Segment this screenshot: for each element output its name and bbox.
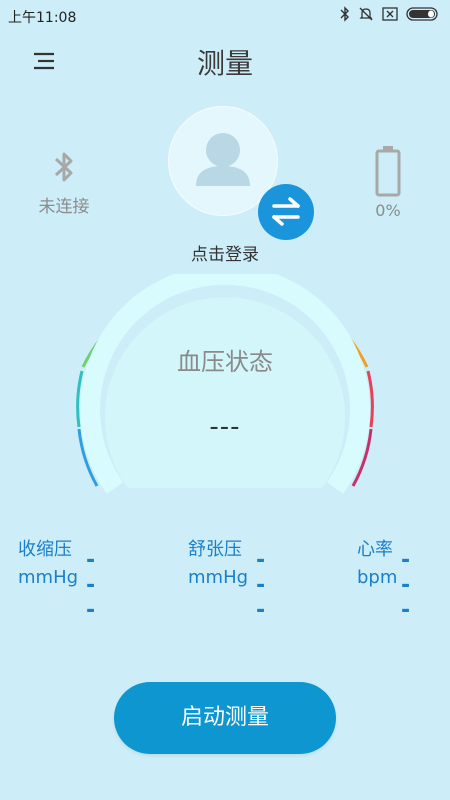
login-link[interactable]: 点击登录 — [0, 240, 450, 265]
diastolic-label: 舒张压 — [188, 539, 242, 560]
systolic-value: --- — [86, 548, 96, 623]
heart-rate-value: --- — [401, 548, 411, 623]
page-title: 测量 — [196, 47, 253, 80]
heart-rate-label: 心率 — [357, 539, 393, 560]
battery-status: 0% — [350, 145, 426, 220]
connection-status[interactable]: 未连接 — [22, 150, 106, 217]
systolic-label: 收缩压 — [18, 539, 72, 560]
systolic-unit: mmHg — [18, 567, 79, 588]
bluetooth-icon — [340, 6, 349, 22]
status-time: 上午11:08 — [8, 10, 77, 26]
diastolic-reading: 舒张压 mmHg --- — [188, 538, 265, 623]
heart-rate-reading: 心率 bpm --- — [357, 538, 410, 623]
battery-label: 0% — [375, 201, 401, 220]
gauge-value: --- — [209, 412, 241, 442]
connection-label: 未连接 — [38, 197, 90, 217]
mute-icon — [359, 7, 373, 21]
gauge-label: 血压状态 — [177, 348, 273, 376]
gauge-face — [105, 297, 345, 488]
swap-icon — [272, 197, 300, 226]
battery-icon — [375, 146, 401, 197]
heart-rate-unit: bpm — [357, 567, 398, 588]
status-icons — [340, 6, 440, 22]
swap-user-button[interactable] — [258, 184, 314, 240]
status-battery-icon — [406, 7, 438, 21]
diastolic-value: --- — [256, 548, 266, 623]
systolic-reading: 收缩压 mmHg --- — [18, 538, 95, 623]
start-measurement-button[interactable]: 启动测量 — [114, 682, 336, 754]
diastolic-unit: mmHg — [188, 567, 249, 588]
bp-gauge — [76, 274, 374, 494]
bluetooth-icon — [54, 152, 73, 182]
sim-icon — [382, 7, 398, 21]
